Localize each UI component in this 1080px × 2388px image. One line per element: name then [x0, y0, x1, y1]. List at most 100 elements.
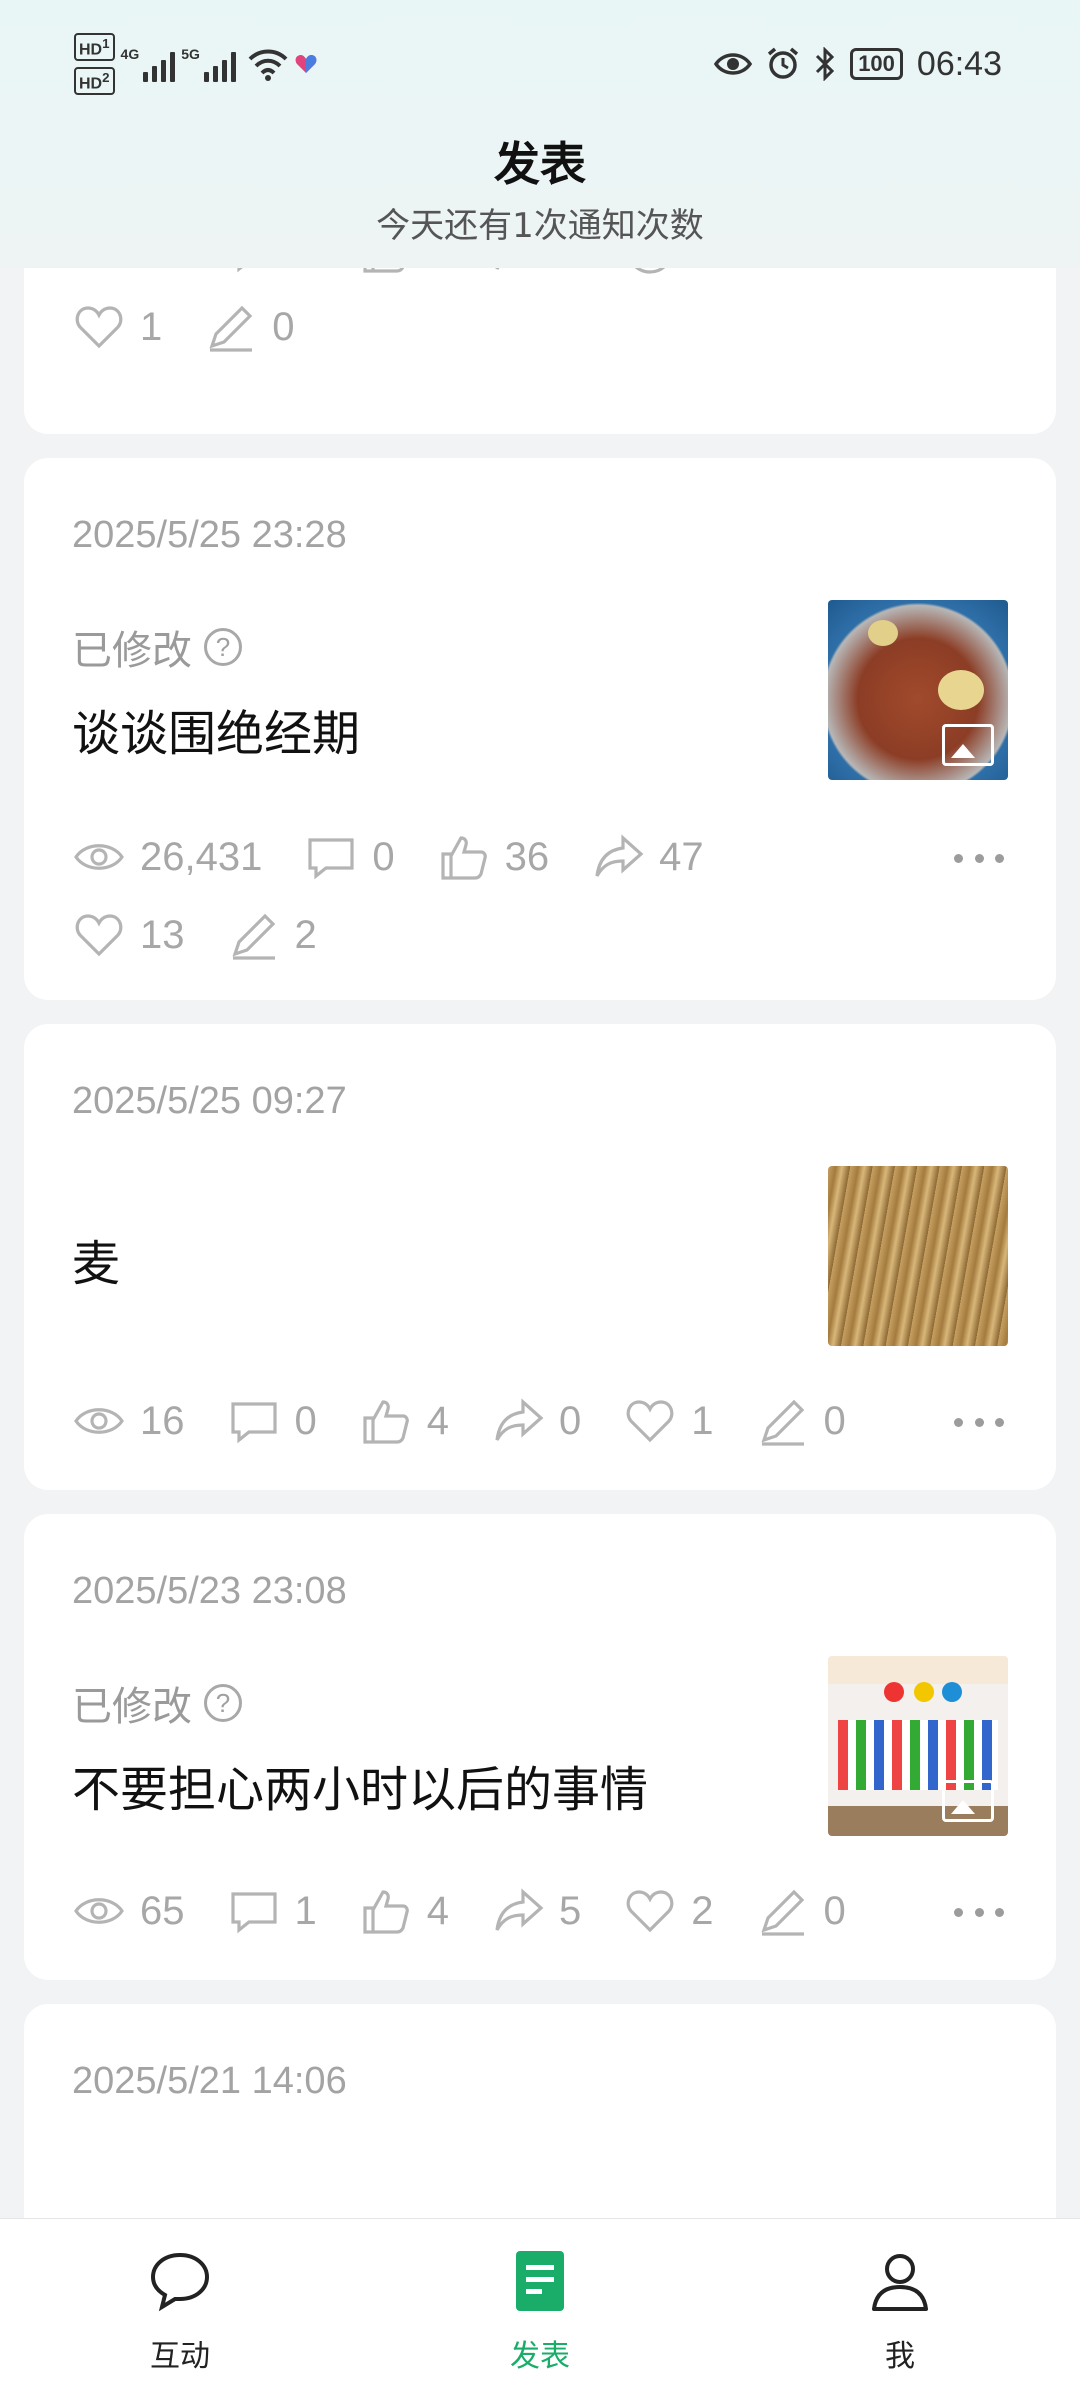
signal-5g-icon: 5G: [181, 46, 236, 82]
heart-icon: [75, 306, 123, 349]
image-icon: [942, 724, 994, 766]
favorites-stat[interactable]: 1: [72, 300, 162, 354]
nav-item-publish[interactable]: 发表: [440, 2249, 640, 2375]
share-arrow-icon: [595, 834, 644, 877]
likes-stat[interactable]: 36: [437, 830, 549, 884]
heart-app-icon: [295, 55, 317, 73]
post-stats-row2: 1 0: [72, 300, 295, 354]
post-date: 2025/5/25 09:27: [72, 1080, 347, 1122]
post-feed[interactable]: 1 4 0 4 0 ¥5: [0, 268, 1080, 2218]
post-stats: 65 1 4 5 2 0: [72, 1884, 846, 1938]
share-arrow-icon: [495, 268, 500, 270]
post-title[interactable]: 谈谈围绝经期: [72, 694, 360, 764]
likes-stat[interactable]: 4: [359, 1884, 449, 1938]
shares-stat[interactable]: 47: [591, 830, 704, 884]
favorites-stat[interactable]: 13: [72, 908, 185, 962]
post-card[interactable]: 2025/5/25 23:28 已修改 ? 谈谈围绝经期 26,431 0 36…: [24, 458, 1056, 1000]
modified-label: 已修改 ?: [72, 1674, 242, 1732]
edits-stat[interactable]: 2: [227, 908, 317, 962]
comments-stat[interactable]: 0: [304, 830, 395, 884]
more-options-button[interactable]: [954, 1902, 1004, 1922]
favorites-count: 1: [140, 304, 163, 349]
shares-stat[interactable]: 0: [491, 1394, 581, 1448]
edits-stat[interactable]: 0: [204, 300, 295, 354]
edits-stat[interactable]: 0: [756, 1394, 846, 1448]
shares-stat[interactable]: 5: [491, 1884, 581, 1938]
bottom-nav: 互动 发表 我: [0, 2218, 1080, 2388]
more-options-button[interactable]: [954, 1412, 1004, 1432]
comments-stat[interactable]: 0: [227, 268, 317, 277]
favorites-count: 2: [691, 1888, 714, 1933]
views-stat: 65: [72, 1884, 185, 1938]
eye-comfort-icon: [714, 53, 753, 75]
more-options-button[interactable]: [954, 268, 1004, 269]
comment-icon: [230, 1892, 277, 1934]
post-card[interactable]: 2025/5/25 09:27 麦 16 0 4 0 1 0: [24, 1024, 1056, 1490]
comment-icon: [236, 268, 243, 273]
sim-indicators: HD1 HD2: [74, 32, 115, 96]
signal-4g-icon: 4G: [121, 46, 176, 82]
post-thumbnail[interactable]: [828, 1656, 1008, 1836]
comments-count: 0: [294, 1398, 317, 1443]
nav-label-me: 我: [885, 2339, 915, 2374]
favorites-stat[interactable]: 2: [623, 1884, 714, 1938]
share-arrow-icon: [495, 1398, 544, 1441]
document-icon: [516, 2251, 564, 2311]
favorites-count: 13: [140, 912, 185, 957]
post-title[interactable]: 不要担心两小时以后的事情: [72, 1750, 648, 1820]
comments-count: 0: [295, 268, 317, 273]
heart-icon: [75, 914, 123, 957]
shares-count: 0: [559, 268, 581, 273]
comments-count: 0: [372, 834, 395, 879]
status-right: 100 06:43: [714, 40, 1002, 88]
shares-count: 47: [659, 834, 704, 879]
notification-quota-text: 今天还有1次通知次数: [376, 206, 704, 246]
post-card[interactable]: 2025/5/21 14:06: [24, 2004, 1056, 2218]
battery-indicator: 100: [850, 48, 903, 80]
likes-stat[interactable]: 4: [359, 1394, 449, 1448]
post-card[interactable]: 2025/5/23 23:08 已修改 ? 不要担心两小时以后的事情 65 1 …: [24, 1514, 1056, 1980]
post-date: 2025/5/21 14:06: [72, 2060, 347, 2102]
edits-count: 0: [823, 1398, 846, 1443]
bluetooth-icon: [816, 47, 835, 81]
favorites-count: 1: [691, 1398, 714, 1443]
post-stats: 16 0 4 0 1 0: [72, 1394, 846, 1448]
edits-stat[interactable]: 0: [756, 1884, 846, 1938]
sim2-hd-badge: HD2: [74, 67, 115, 96]
heart-icon: [626, 1400, 674, 1443]
edits-count: 0: [272, 304, 295, 349]
nav-item-interact[interactable]: 互动: [80, 2249, 280, 2375]
edits-count: 0: [823, 1888, 846, 1933]
shares-count: 0: [559, 1398, 582, 1443]
comment-icon: [230, 1402, 277, 1444]
comment-icon: [308, 838, 354, 880]
sim1-hd-badge: HD1: [74, 32, 115, 61]
post-date: 2025/5/25 23:28: [72, 514, 347, 556]
comments-count: 1: [294, 1888, 317, 1933]
post-thumbnail[interactable]: [828, 600, 1008, 780]
help-icon[interactable]: ?: [204, 1684, 242, 1722]
page-title: 发表: [494, 137, 586, 191]
eye-icon: [74, 1898, 124, 1924]
pen-icon: [231, 913, 275, 960]
modified-text: 已修改: [72, 628, 192, 674]
favorites-stat[interactable]: 1: [623, 1394, 714, 1448]
likes-count: 4: [426, 1888, 449, 1933]
post-card[interactable]: 14 0 4 0 ¥5: [24, 268, 1056, 434]
shares-stat[interactable]: 0: [491, 268, 581, 277]
post-title[interactable]: 麦: [72, 1224, 120, 1294]
alarm-icon: [768, 47, 799, 79]
reward-stat[interactable]: ¥5: [623, 268, 736, 277]
post-thumbnail[interactable]: [828, 1166, 1008, 1346]
help-icon[interactable]: ?: [204, 628, 242, 666]
likes-count: 4: [426, 1398, 449, 1443]
yuan-coin-icon: [634, 268, 666, 274]
nav-label-interact: 互动: [150, 2339, 210, 2374]
likes-stat[interactable]: 4: [359, 268, 449, 277]
more-options-button[interactable]: [954, 848, 1004, 868]
nav-item-me[interactable]: 我: [800, 2249, 1000, 2375]
image-icon: [942, 1780, 994, 1822]
comments-stat[interactable]: 0: [227, 1394, 317, 1448]
reward-amount: ¥5: [691, 268, 736, 273]
comments-stat[interactable]: 1: [227, 1884, 317, 1938]
